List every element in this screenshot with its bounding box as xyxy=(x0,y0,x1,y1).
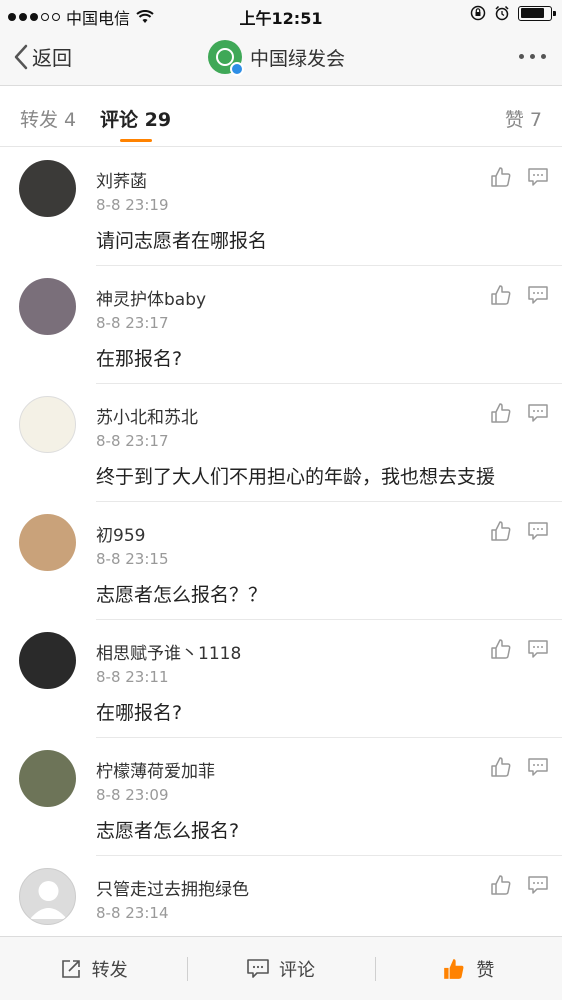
comment-author[interactable]: 刘荞菡 xyxy=(96,167,147,192)
comment-time: 8-8 23:15 xyxy=(96,550,169,568)
comment-item: 相思赋予谁丶1118 8-8 23:11 在哪报名? xyxy=(0,620,562,738)
thumbs-up-icon[interactable] xyxy=(490,756,512,778)
thumbs-up-icon[interactable] xyxy=(490,284,512,306)
comment-icon xyxy=(247,958,269,978)
comment-label: 评论 xyxy=(278,959,315,981)
avatar[interactable] xyxy=(19,750,76,807)
comment-button[interactable]: 评论 xyxy=(187,937,374,1000)
comment-text: 终于到了大人们不用担心的年龄，我也想去支援 xyxy=(96,466,496,488)
thumbs-up-icon[interactable] xyxy=(490,520,512,542)
orientation-lock-icon xyxy=(470,5,486,21)
comment-reply-icon[interactable] xyxy=(528,286,548,304)
comment-item: 初959 8-8 23:15 志愿者怎么报名？？ xyxy=(0,502,562,620)
tab-comments[interactable]: 评论 29 xyxy=(100,105,171,132)
nav-title[interactable]: 中国绿发会 xyxy=(208,40,346,76)
status-bar: 中国电信 上午12:51 xyxy=(0,0,562,30)
comment-text: 请问志愿者在哪报名 xyxy=(96,230,268,252)
comment-author[interactable]: 苏小北和苏北 xyxy=(96,403,198,428)
comment-item: 神灵护体baby 8-8 23:17 在那报名? xyxy=(0,266,562,384)
battery-icon xyxy=(518,5,556,21)
repost-label: 转发 xyxy=(91,959,128,981)
tab-likes[interactable]: 赞 7 xyxy=(505,105,542,132)
org-logo xyxy=(208,40,244,76)
comment-author[interactable]: 初959 xyxy=(96,521,145,546)
avatar[interactable] xyxy=(19,868,76,925)
verified-badge-icon xyxy=(230,62,244,76)
nav-bar: 返回 中国绿发会 xyxy=(0,30,562,86)
avatar[interactable] xyxy=(19,632,76,689)
comment-text: 在哪报名? xyxy=(96,702,183,724)
more-options-button[interactable] xyxy=(519,46,546,67)
avatar[interactable] xyxy=(19,514,76,571)
chevron-left-icon xyxy=(14,44,28,69)
comment-reply-icon[interactable] xyxy=(528,758,548,776)
comment-item: 苏小北和苏北 8-8 23:17 终于到了大人们不用担心的年龄，我也想去支援 xyxy=(0,384,562,502)
comment-time: 8-8 23:17 xyxy=(96,432,169,450)
repost-button[interactable]: 转发 xyxy=(0,937,187,1000)
active-tab-indicator xyxy=(120,139,152,142)
comment-time: 8-8 23:19 xyxy=(96,196,169,214)
comment-reply-icon[interactable] xyxy=(528,168,548,186)
comment-time: 8-8 23:11 xyxy=(96,668,169,686)
comment-text: 志愿者怎么报名？？ xyxy=(96,584,268,606)
comment-author[interactable]: 柠檬薄荷爱加菲 xyxy=(96,757,215,782)
avatar[interactable] xyxy=(19,396,76,453)
thumbs-up-icon[interactable] xyxy=(490,874,512,896)
bottom-action-bar: 转发 评论 赞 xyxy=(0,936,562,1000)
avatar[interactable] xyxy=(19,278,76,335)
comment-author[interactable]: 只管走过去拥抱绿色 xyxy=(96,875,249,900)
tab-bar: 转发 4 评论 29 赞 7 xyxy=(0,87,562,147)
comment-reply-icon[interactable] xyxy=(528,522,548,540)
nav-title-label: 中国绿发会 xyxy=(250,47,346,70)
comment-reply-icon[interactable] xyxy=(528,640,548,658)
thumbs-up-filled-icon xyxy=(444,958,464,979)
alarm-icon xyxy=(495,5,509,21)
comment-time: 8-8 23:14 xyxy=(96,904,169,922)
thumbs-up-icon[interactable] xyxy=(490,402,512,424)
comment-text: 在那报名? xyxy=(96,348,183,370)
comment-author[interactable]: 神灵护体baby xyxy=(96,285,206,310)
comment-reply-icon[interactable] xyxy=(528,404,548,422)
like-button[interactable]: 赞 xyxy=(374,937,562,1000)
thumbs-up-icon[interactable] xyxy=(490,638,512,660)
comment-item: 柠檬薄荷爱加菲 8-8 23:09 志愿者怎么报名? xyxy=(0,738,562,856)
comment-list: 刘荞菡 8-8 23:19 请问志愿者在哪报名 神灵护体baby 8-8 23:… xyxy=(0,148,562,974)
comment-text: 志愿者怎么报名? xyxy=(96,820,240,842)
share-icon xyxy=(61,959,80,978)
comment-author[interactable]: 相思赋予谁丶1118 xyxy=(96,639,241,664)
back-button[interactable]: 返回 xyxy=(14,42,72,71)
comment-reply-icon[interactable] xyxy=(528,876,548,894)
tab-reposts[interactable]: 转发 4 xyxy=(20,105,76,132)
comment-time: 8-8 23:17 xyxy=(96,314,169,332)
like-label: 赞 xyxy=(476,959,495,981)
back-label: 返回 xyxy=(32,46,72,70)
avatar[interactable] xyxy=(19,160,76,217)
comment-time: 8-8 23:09 xyxy=(96,786,169,804)
default-avatar-icon xyxy=(30,881,67,919)
comment-item: 刘荞菡 8-8 23:19 请问志愿者在哪报名 xyxy=(0,148,562,266)
thumbs-up-icon[interactable] xyxy=(490,166,512,188)
